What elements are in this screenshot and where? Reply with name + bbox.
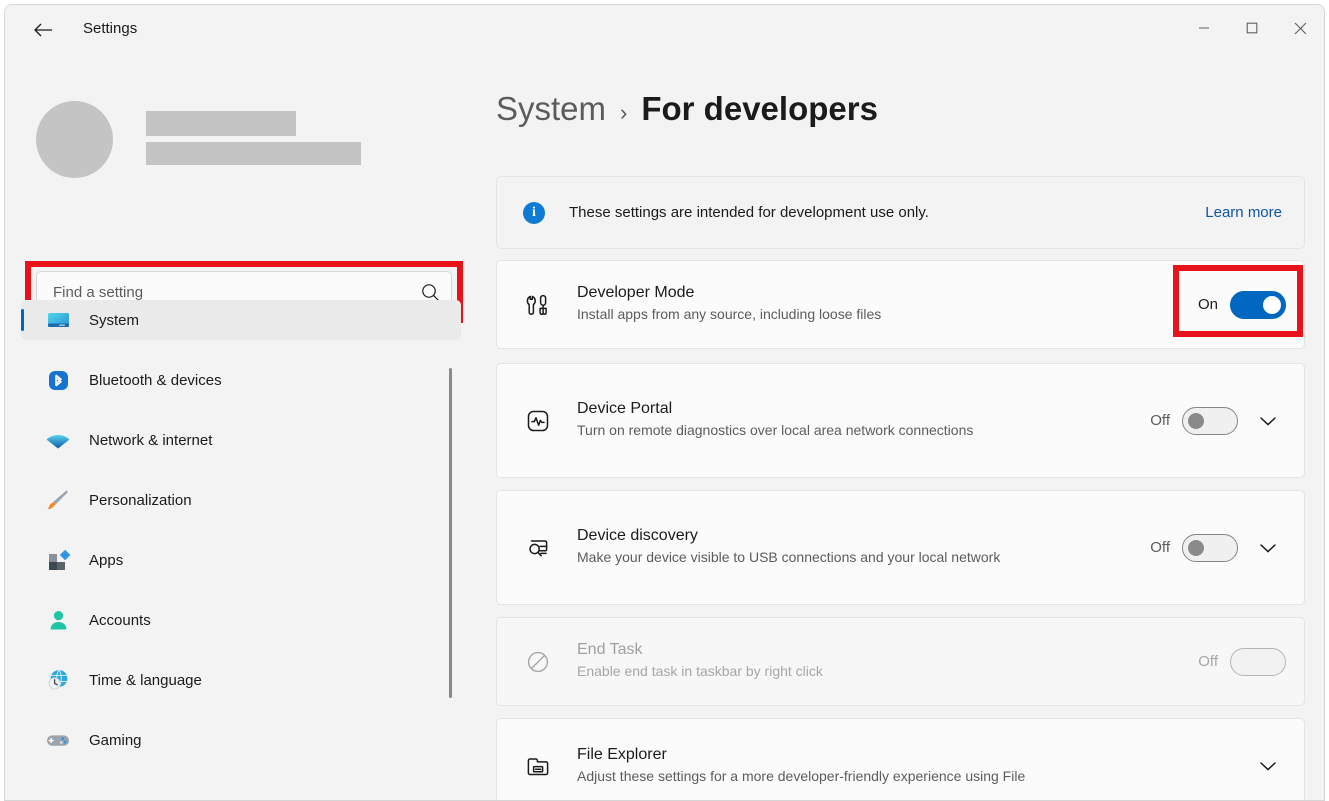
developer-mode-toggle[interactable] xyxy=(1230,291,1286,319)
learn-more-link[interactable]: Learn more xyxy=(1205,204,1282,221)
minimize-button[interactable] xyxy=(1180,5,1228,51)
setting-title: Device discovery xyxy=(577,527,1138,545)
chevron-down-icon[interactable] xyxy=(1250,748,1286,784)
minimize-icon xyxy=(1198,22,1210,34)
end-task-toggle xyxy=(1230,648,1286,676)
wifi-icon xyxy=(45,427,71,453)
arrow-left-icon xyxy=(33,22,53,38)
monitor-icon xyxy=(45,307,71,333)
sidebar-item-network-internet[interactable]: Network & internet xyxy=(21,420,461,460)
back-button[interactable] xyxy=(25,15,61,45)
device-portal-toggle[interactable] xyxy=(1182,407,1238,435)
main-content: System › For developers i These settings… xyxy=(475,53,1325,801)
sidebar-item-system[interactable]: System xyxy=(21,300,461,340)
tools-icon xyxy=(521,288,555,322)
device-discovery-icon xyxy=(521,531,555,565)
setting-card-end-task: End Task Enable end task in taskbar by r… xyxy=(496,617,1305,706)
setting-description: Turn on remote diagnostics over local ar… xyxy=(577,421,1138,441)
setting-description: Make your device visible to USB connecti… xyxy=(577,548,1138,568)
avatar xyxy=(36,101,113,178)
window-controls xyxy=(1180,5,1324,51)
chevron-right-icon: › xyxy=(620,100,627,126)
setting-title: End Task xyxy=(577,641,1186,659)
sidebar-item-label: Accounts xyxy=(89,612,151,629)
setting-description: Install apps from any source, including … xyxy=(577,305,1186,325)
maximize-button[interactable] xyxy=(1228,5,1276,51)
sidebar-item-time-language[interactable]: Time & language xyxy=(21,660,461,700)
sidebar-item-label: System xyxy=(89,312,139,329)
setting-card-developer-mode[interactable]: Developer Mode Install apps from any sou… xyxy=(496,260,1305,349)
breadcrumb: System › For developers xyxy=(496,90,878,128)
info-banner-text: These settings are intended for developm… xyxy=(569,204,1205,221)
setting-card-device-portal[interactable]: Device Portal Turn on remote diagnostics… xyxy=(496,363,1305,478)
sidebar-item-label: Gaming xyxy=(89,732,142,749)
device-discovery-toggle[interactable] xyxy=(1182,534,1238,562)
page-title: For developers xyxy=(641,90,878,128)
prohibited-icon xyxy=(521,645,555,679)
breadcrumb-parent[interactable]: System xyxy=(496,90,606,128)
sidebar-item-label: Personalization xyxy=(89,492,192,509)
pulse-icon xyxy=(521,404,555,438)
account-email-placeholder xyxy=(146,142,361,165)
sidebar-item-label: Bluetooth & devices xyxy=(89,372,222,389)
chevron-down-icon[interactable] xyxy=(1250,403,1286,439)
toggle-state-label: On xyxy=(1198,296,1218,313)
sidebar-nav: System Bluetooth & devices xyxy=(21,300,461,800)
close-button[interactable] xyxy=(1276,5,1324,51)
sidebar-item-accounts[interactable]: Accounts xyxy=(21,600,461,640)
maximize-icon xyxy=(1246,22,1258,34)
setting-description: Adjust these settings for a more develop… xyxy=(577,767,1226,787)
chevron-down-icon[interactable] xyxy=(1250,530,1286,566)
sidebar-scrollbar[interactable] xyxy=(449,368,452,698)
globe-clock-icon xyxy=(45,667,71,693)
sidebar-item-gaming[interactable]: Gaming xyxy=(21,720,461,760)
toggle-state-label: Off xyxy=(1198,653,1218,670)
account-name-placeholder xyxy=(146,111,296,136)
app-title: Settings xyxy=(83,20,137,37)
person-icon xyxy=(45,607,71,633)
sidebar-item-label: Apps xyxy=(89,552,123,569)
toggle-state-label: Off xyxy=(1150,412,1170,429)
sidebar-item-label: Network & internet xyxy=(89,432,212,449)
bluetooth-icon xyxy=(45,367,71,393)
close-icon xyxy=(1294,22,1307,35)
info-icon: i xyxy=(523,202,545,224)
setting-title: File Explorer xyxy=(577,746,1226,764)
setting-title: Device Portal xyxy=(577,400,1138,418)
setting-card-file-explorer[interactable]: File Explorer Adjust these settings for … xyxy=(496,718,1305,801)
folder-icon xyxy=(521,749,555,783)
apps-icon xyxy=(45,547,71,573)
paintbrush-icon xyxy=(45,487,71,513)
sidebar-item-apps[interactable]: Apps xyxy=(21,540,461,580)
gamepad-icon xyxy=(45,727,71,753)
sidebar-item-label: Time & language xyxy=(89,672,202,689)
setting-title: Developer Mode xyxy=(577,284,1186,302)
settings-window: Settings xyxy=(4,4,1325,801)
setting-card-device-discovery[interactable]: Device discovery Make your device visibl… xyxy=(496,490,1305,605)
sidebar-item-bluetooth-devices[interactable]: Bluetooth & devices xyxy=(21,360,461,400)
title-bar: Settings xyxy=(5,5,1324,53)
toggle-state-label: Off xyxy=(1150,539,1170,556)
sidebar: System Bluetooth & devices xyxy=(5,53,475,801)
info-banner: i These settings are intended for develo… xyxy=(496,176,1305,249)
sidebar-item-personalization[interactable]: Personalization xyxy=(21,480,461,520)
account-summary[interactable] xyxy=(36,97,366,177)
setting-description: Enable end task in taskbar by right clic… xyxy=(577,662,1186,682)
